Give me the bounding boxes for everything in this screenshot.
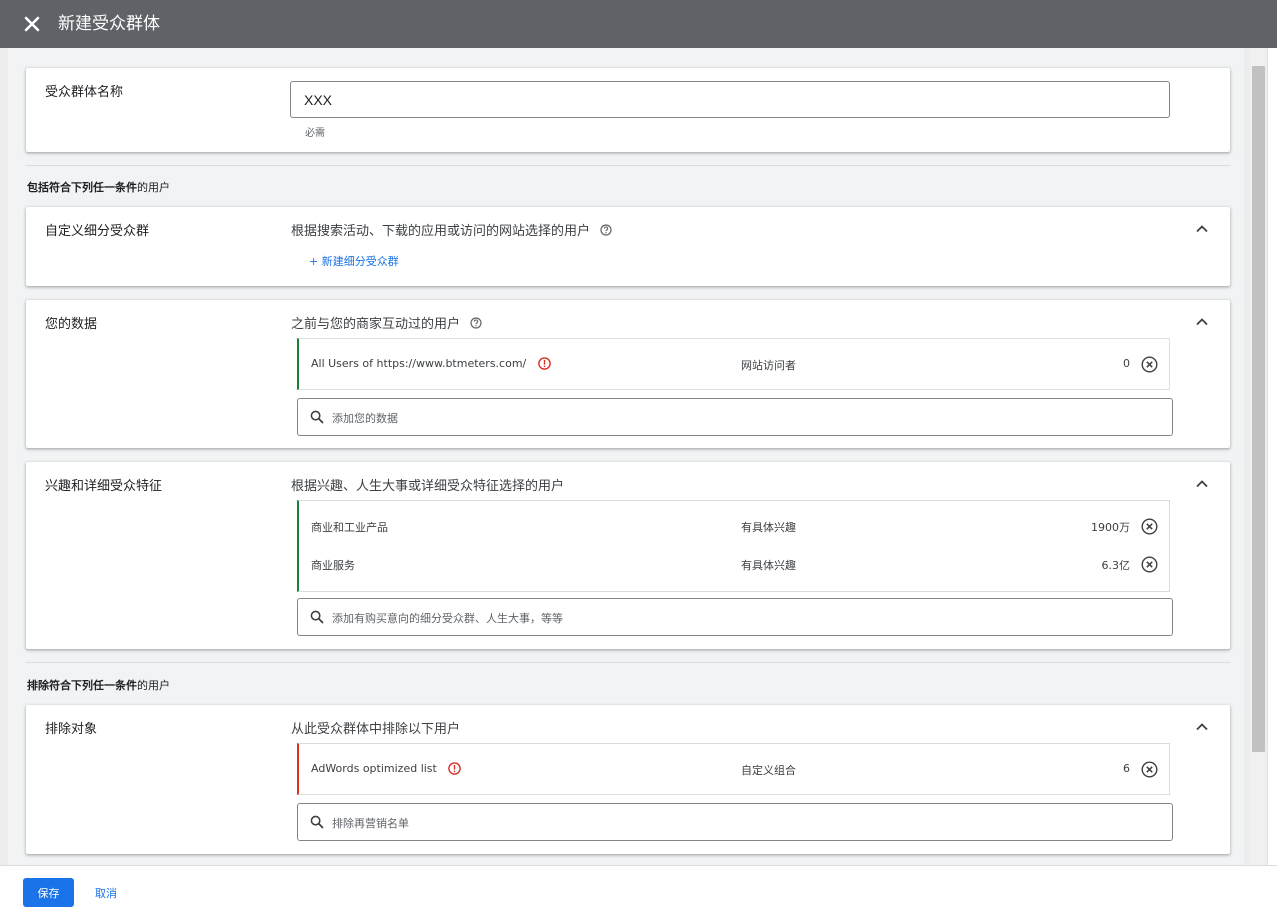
required-hint: 必需 — [305, 128, 325, 139]
interests-search[interactable]: 添加有购买意向的细分受众群、人生大事，等等 — [297, 598, 1173, 636]
custom-segment-description-text: 根据搜索活动、下载的应用或访问的网站选择的用户 — [291, 224, 591, 239]
list-item-name: AdWords optimized list — [311, 762, 462, 775]
list-item-size: 1900万 — [1091, 521, 1130, 534]
audience-name-input[interactable] — [290, 81, 1170, 118]
list-item-size: 6 — [1123, 762, 1130, 775]
remove-icon[interactable] — [1141, 761, 1158, 778]
divider — [26, 165, 1230, 166]
new-segment-link[interactable]: + 新建细分受众群 — [309, 253, 399, 269]
dialog-footer: 保存 取消 — [0, 865, 1277, 916]
exclude-heading-rest: 的用户 — [137, 679, 170, 692]
search-placeholder: 添加有购买意向的细分受众群、人生大事，等等 — [332, 612, 563, 625]
interests-label: 兴趣和详细受众特征 — [45, 479, 163, 494]
search-icon — [310, 610, 324, 624]
list-item-size: 0 — [1123, 357, 1130, 370]
exclusions-description: 从此受众群体中排除以下用户 — [291, 722, 461, 737]
custom-segment-card: 自定义细分受众群 根据搜索活动、下载的应用或访问的网站选择的用户 + 新建细分受… — [26, 207, 1230, 286]
remove-icon[interactable] — [1141, 518, 1158, 535]
dialog-header: 新建受众群体 — [0, 0, 1277, 48]
search-icon — [310, 815, 324, 829]
list-item-name-text: AdWords optimized list — [311, 762, 437, 775]
warning-icon[interactable] — [448, 762, 462, 775]
close-icon[interactable] — [20, 12, 44, 36]
include-heading: 包括符合下列任一条件的用户 — [27, 179, 170, 195]
search-icon — [310, 410, 324, 424]
list-item-name-text: All Users of https://www.btmeters.com/ — [311, 357, 527, 370]
exclude-heading: 排除符合下列任一条件的用户 — [27, 677, 170, 693]
your-data-description-text: 之前与您的商家互动过的用户 — [291, 317, 461, 332]
chevron-up-icon[interactable] — [1194, 719, 1210, 735]
save-button[interactable]: 保存 — [23, 878, 74, 907]
list-item: 商业服务 有具体兴趣 6.3亿 — [299, 547, 1170, 583]
cancel-button[interactable]: 取消 — [86, 878, 126, 907]
exclusions-list: AdWords optimized list 自定义组合 6 — [297, 743, 1170, 795]
list-item-size: 6.3亿 — [1101, 559, 1131, 572]
remove-icon[interactable] — [1141, 356, 1158, 373]
exclusions-search[interactable]: 排除再营销名单 — [297, 803, 1173, 841]
search-placeholder: 添加您的数据 — [332, 412, 398, 425]
remove-icon[interactable] — [1141, 556, 1158, 573]
warning-icon[interactable] — [537, 357, 551, 370]
list-item-type: 网站访问者 — [741, 359, 796, 372]
your-data-label: 您的数据 — [45, 317, 98, 332]
list-item-name: All Users of https://www.btmeters.com/ — [311, 357, 551, 370]
interests-description: 根据兴趣、人生大事或详细受众特征选择的用户 — [291, 479, 565, 494]
include-heading-rest: 的用户 — [137, 181, 170, 194]
list-item-name: 商业服务 — [311, 559, 355, 572]
page-title: 新建受众群体 — [58, 14, 160, 34]
list-item: All Users of https://www.btmeters.com/ 网… — [299, 347, 1170, 383]
search-placeholder: 排除再营销名单 — [332, 817, 409, 830]
list-item: AdWords optimized list 自定义组合 6 — [299, 752, 1170, 788]
list-item: 商业和工业产品 有具体兴趣 1900万 — [299, 509, 1170, 545]
custom-segment-description: 根据搜索活动、下载的应用或访问的网站选择的用户 — [291, 220, 612, 239]
divider — [26, 662, 1230, 663]
custom-segment-label: 自定义细分受众群 — [45, 224, 150, 239]
exclusions-card: 排除对象 从此受众群体中排除以下用户 AdWords optimized lis… — [26, 705, 1230, 854]
chevron-up-icon[interactable] — [1194, 314, 1210, 330]
audience-name-card: 受众群体名称 必需 — [26, 68, 1230, 152]
list-item-type: 有具体兴趣 — [741, 559, 796, 572]
list-item-type: 自定义组合 — [741, 764, 796, 777]
exclude-heading-bold: 排除符合下列任一条件 — [27, 679, 137, 692]
your-data-description: 之前与您的商家互动过的用户 — [291, 313, 482, 332]
scrollbar-thumb[interactable] — [1252, 66, 1265, 752]
chevron-up-icon[interactable] — [1194, 221, 1210, 237]
interests-list: 商业和工业产品 有具体兴趣 1900万 商业服务 有具体兴趣 6.3亿 — [297, 500, 1170, 592]
audience-name-label: 受众群体名称 — [45, 85, 124, 100]
help-icon[interactable] — [600, 224, 612, 236]
interests-card: 兴趣和详细受众特征 根据兴趣、人生大事或详细受众特征选择的用户 商业和工业产品 … — [26, 462, 1230, 649]
help-icon[interactable] — [470, 317, 482, 329]
your-data-list: All Users of https://www.btmeters.com/ 网… — [297, 338, 1170, 390]
exclusions-label: 排除对象 — [45, 722, 98, 737]
your-data-search[interactable]: 添加您的数据 — [297, 398, 1173, 436]
include-heading-bold: 包括符合下列任一条件 — [27, 181, 137, 194]
chevron-up-icon[interactable] — [1194, 476, 1210, 492]
your-data-card: 您的数据 之前与您的商家互动过的用户 All Users of https://… — [26, 300, 1230, 448]
background-strip — [1267, 48, 1277, 865]
list-item-type: 有具体兴趣 — [741, 521, 796, 534]
list-item-name: 商业和工业产品 — [311, 521, 388, 534]
